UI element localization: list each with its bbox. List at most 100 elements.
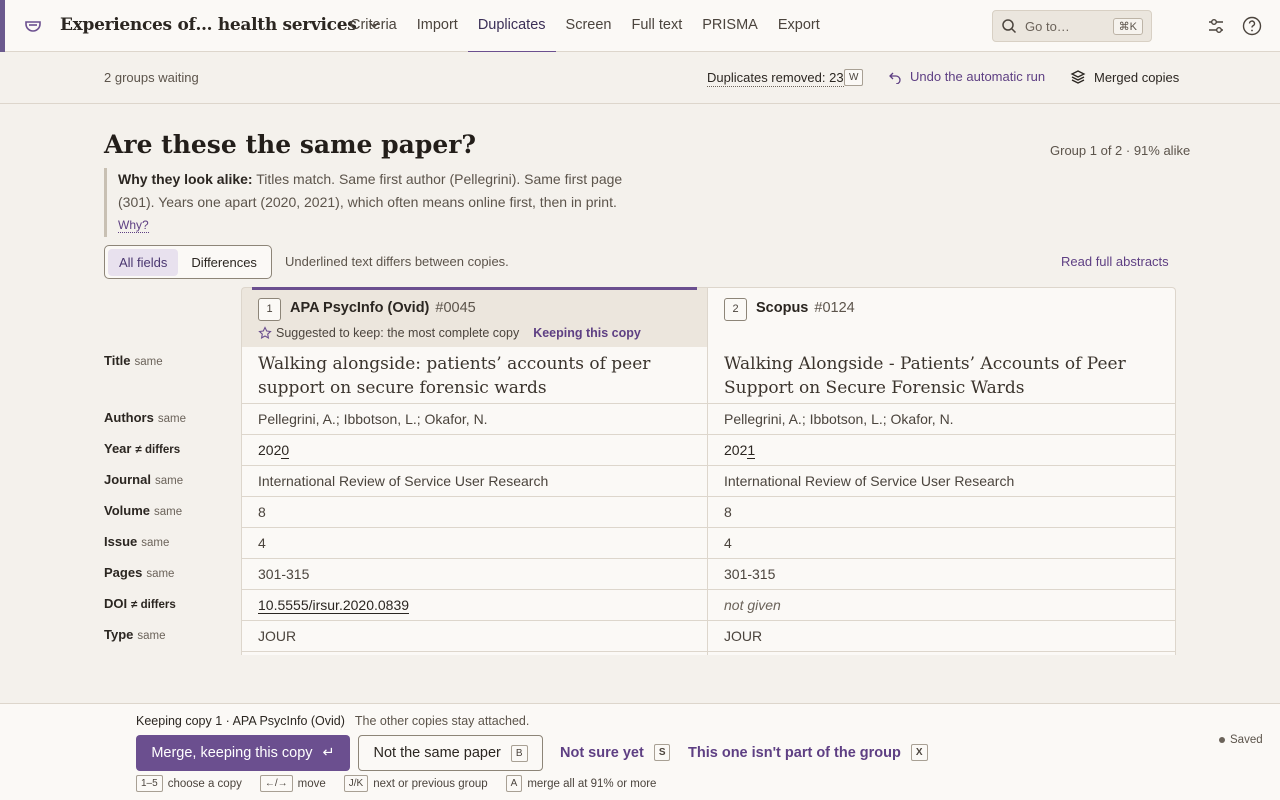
copy-1-value: 202 0 bbox=[241, 435, 708, 466]
field-status: ≠ differs bbox=[131, 599, 176, 611]
search-icon bbox=[1002, 19, 1017, 34]
hint-key: ←/→ bbox=[259, 775, 293, 792]
saved-dot-icon bbox=[1219, 737, 1225, 743]
goto-shortcut: ⌘K bbox=[1112, 17, 1143, 35]
copy-1-value: 10.5555/irsur.2020.0839 bbox=[241, 590, 708, 621]
year-diff-digit: 0 bbox=[281, 441, 290, 459]
field-status: same bbox=[146, 568, 175, 580]
tab-duplicates[interactable]: Duplicates bbox=[467, 0, 556, 53]
shortcut-key: S bbox=[653, 744, 671, 761]
not-part-of-group-button[interactable]: This one isn't part of the group X bbox=[688, 744, 928, 761]
tab-full-text[interactable]: Full text bbox=[621, 0, 692, 52]
enter-key-icon: ↵ bbox=[322, 745, 335, 761]
hint-text: choose a copy bbox=[167, 777, 242, 790]
tab-screen[interactable]: Screen bbox=[556, 0, 622, 52]
hint: 1–5 choose a copy bbox=[136, 775, 242, 792]
undo-automatic-run-button[interactable]: Undo the automatic run bbox=[888, 69, 1045, 84]
field-label: DOI bbox=[104, 596, 128, 611]
not-part-label: This one isn't part of the group bbox=[688, 744, 901, 761]
keeping-status: Keeping copy 1 · APA PsycInfo (Ovid) The … bbox=[136, 714, 529, 728]
hint-text: merge all at 91% or more bbox=[527, 777, 657, 790]
field-row-doi: DOI ≠ differs 10.5555/irsur.2020.0839 not… bbox=[104, 590, 1176, 621]
copy-1-value: Walking alongside: patients’ accounts of… bbox=[241, 347, 708, 404]
copy-2-header[interactable]: 2 Scopus #0124 bbox=[707, 287, 1176, 347]
field-status: ≠ differs bbox=[135, 444, 181, 456]
layers-icon bbox=[1070, 70, 1086, 84]
field-row-authors: Authors same Pellegrini, A.; Ibbotson, L.… bbox=[104, 404, 1176, 435]
not-sure-button[interactable]: Not sure yet S bbox=[560, 744, 671, 761]
field-row-type: Type same JOUR JOUR bbox=[104, 621, 1176, 652]
field-status: same bbox=[154, 506, 183, 518]
hint-text: next or previous group bbox=[373, 777, 488, 790]
read-full-abstracts-link[interactable]: Read full abstracts bbox=[1061, 254, 1169, 269]
copy-1-value: 8 bbox=[241, 497, 708, 528]
field-label: Year bbox=[104, 441, 132, 456]
groups-waiting-text: 2 groups waiting bbox=[104, 70, 199, 85]
option-all-fields[interactable]: All fields bbox=[108, 248, 179, 276]
merge-button[interactable]: Merge, keeping this copy ↵ bbox=[136, 735, 350, 771]
help-icon[interactable] bbox=[1242, 16, 1262, 36]
keyboard-hints: 1–5 choose a copy ←/→ move J/K next or prev… bbox=[136, 775, 674, 792]
copy-2-value: 4 bbox=[707, 528, 1176, 559]
tab-criteria[interactable]: Criteria bbox=[340, 0, 407, 52]
goto-search-input[interactable]: Go to… ⌘K bbox=[992, 10, 1152, 42]
undo-icon bbox=[889, 72, 901, 84]
hint-key: J/K bbox=[343, 775, 369, 792]
goto-placeholder: Go to… bbox=[1025, 18, 1070, 34]
copy-2-value: not given bbox=[707, 590, 1176, 621]
why-lead: Why they look alike: bbox=[118, 171, 253, 187]
copy-2-value: 8 bbox=[707, 497, 1176, 528]
field-label: Type bbox=[104, 627, 134, 642]
copy-2-value: 202 1 bbox=[707, 435, 1176, 466]
hint: Amerge all at 91% or more bbox=[505, 775, 657, 792]
hint-key: A bbox=[505, 775, 523, 792]
copy-source-name: Scopus bbox=[756, 300, 809, 316]
field-status: same bbox=[141, 537, 170, 549]
project-title: Experiences of… health services bbox=[60, 15, 357, 35]
window-edge-accent bbox=[0, 0, 5, 52]
not-sure-label: Not sure yet bbox=[560, 744, 644, 761]
field-status: same bbox=[137, 630, 166, 642]
top-navigation-bar: Experiences of… health services Criteria… bbox=[0, 0, 1280, 53]
keeping-line: Keeping copy 1 · APA PsycInfo (Ovid) bbox=[136, 714, 345, 728]
copy-record-id: #0124 bbox=[814, 300, 855, 316]
copy-record-id: #0045 bbox=[435, 300, 476, 316]
tab-import[interactable]: Import bbox=[407, 0, 468, 52]
field-status: same bbox=[134, 356, 163, 368]
project-switcher[interactable]: Experiences of… health services bbox=[60, 15, 381, 35]
field-label: Title bbox=[104, 353, 131, 368]
year-prefix: 202 bbox=[724, 442, 748, 458]
decision-footer: Keeping copy 1 · APA PsycInfo (Ovid) The … bbox=[0, 703, 1280, 800]
copy-number: 1 bbox=[258, 298, 281, 321]
settings-sliders-icon[interactable] bbox=[1206, 16, 1226, 36]
not-same-paper-button[interactable]: Not the same paper B bbox=[358, 735, 543, 771]
copy-2-value: International Review of Service User Res… bbox=[707, 466, 1176, 497]
field-row-volume: Volume same 8 8 bbox=[104, 497, 1176, 528]
field-view-toggle: All fields Differences bbox=[104, 245, 272, 279]
why-they-look-alike: Why they look alike: Titles match. Same … bbox=[104, 168, 624, 237]
undo-label: Undo the automatic run bbox=[910, 69, 1046, 84]
doi-value: 10.5555/irsur.2020.0839 bbox=[258, 596, 410, 614]
field-label: Issue bbox=[104, 534, 138, 549]
hint: J/K next or previous group bbox=[343, 775, 488, 792]
suggested-keep-note: Suggested to keep: the most complete cop… bbox=[258, 326, 641, 340]
copy-source: APA PsycInfo (Ovid) #0045 bbox=[290, 300, 476, 316]
field-row-pages: Pages same 301-315 301-315 bbox=[104, 559, 1176, 590]
field-label: Pages bbox=[104, 565, 143, 580]
selected-copy-indicator bbox=[252, 287, 697, 290]
merged-copies-button[interactable]: Merged copies bbox=[1070, 69, 1179, 85]
app-logo-icon[interactable] bbox=[24, 17, 42, 35]
star-icon bbox=[258, 326, 272, 339]
copy-1-value bbox=[241, 652, 708, 655]
tab-export[interactable]: Export bbox=[768, 0, 830, 52]
shortcut-key: B bbox=[510, 744, 528, 762]
duplicates-removed-link[interactable]: Duplicates removed: 23 bbox=[707, 70, 844, 87]
field-row-year: Year ≠ differs 202 0 202 1 bbox=[104, 435, 1176, 466]
duplicates-shortcut-key: W bbox=[844, 69, 864, 86]
copy-1-header[interactable]: 1 APA PsycInfo (Ovid) #0045 Suggested to … bbox=[241, 287, 708, 347]
why-link[interactable]: Why? bbox=[118, 218, 149, 233]
tab-prisma[interactable]: PRISMA bbox=[692, 0, 768, 52]
group-info: Group 1 of 2 · 91% alike bbox=[1050, 143, 1191, 158]
duplicates-subbar: 2 groups waiting Duplicates removed: 23 … bbox=[0, 52, 1280, 104]
option-differences[interactable]: Differences bbox=[180, 249, 268, 276]
